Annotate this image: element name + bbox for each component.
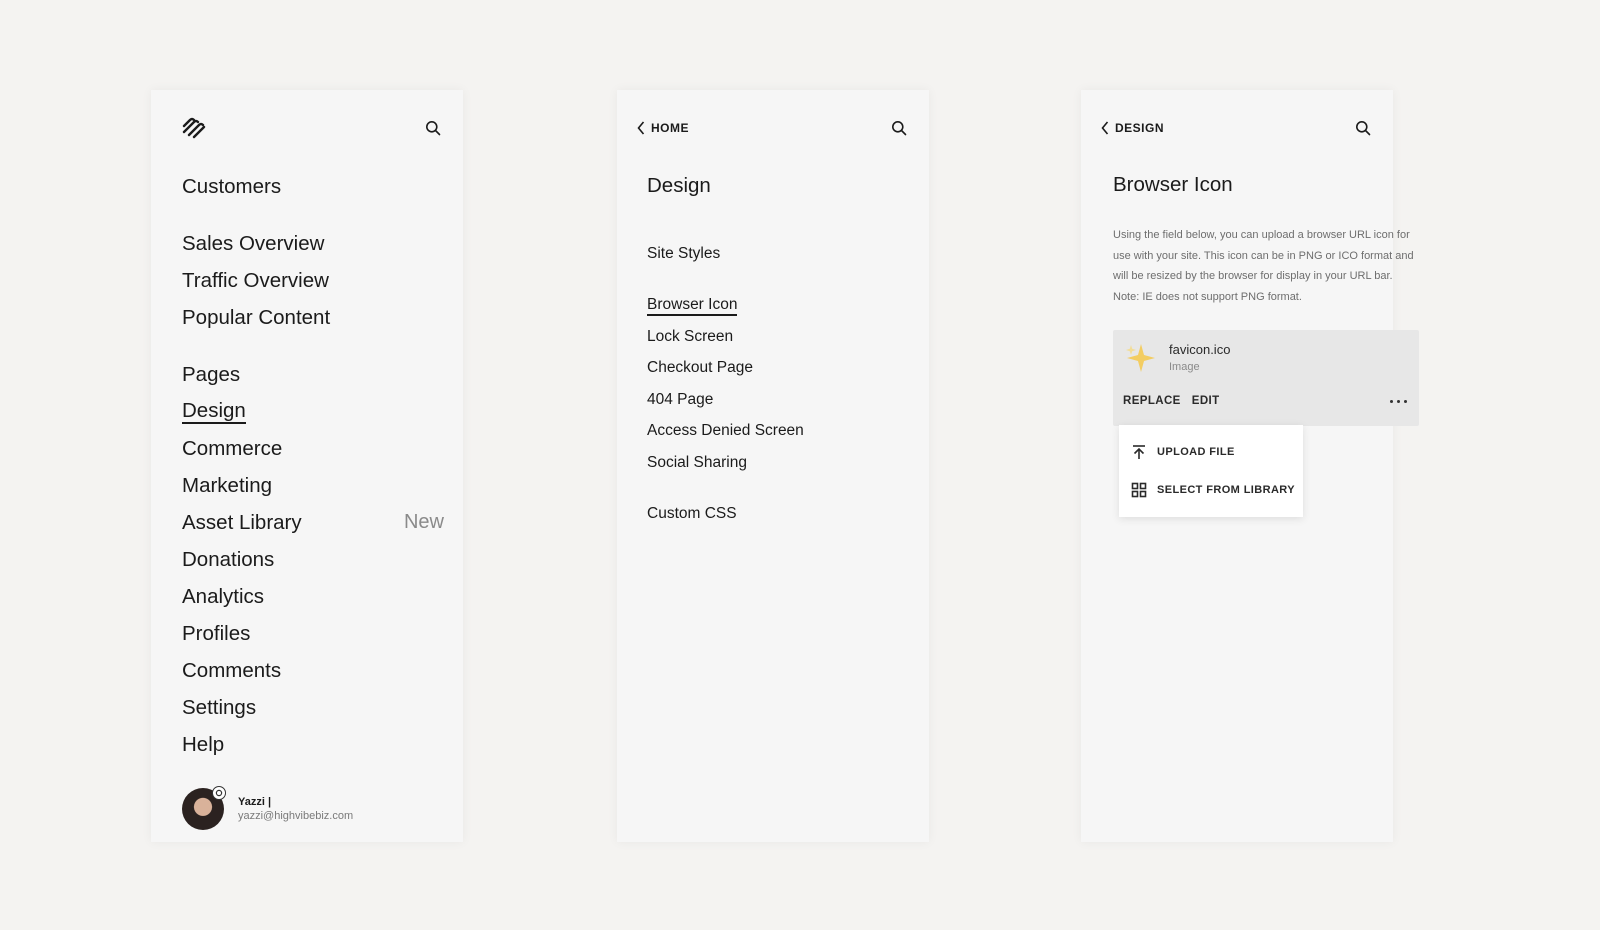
new-badge: New [403, 511, 444, 533]
nav-item-asset-library[interactable]: Asset Library New [182, 504, 444, 541]
nav-item-label: Traffic Overview [182, 268, 329, 292]
design-item-custom-css[interactable]: Custom CSS [647, 499, 897, 531]
nav-group-spacer [182, 336, 444, 356]
search-icon[interactable] [425, 120, 441, 136]
sparkles-icon [1123, 340, 1159, 376]
back-design-label: DESIGN [1115, 121, 1165, 135]
dot [1390, 399, 1393, 403]
nav-item-label: Settings [182, 695, 257, 719]
design-item-label: Lock Screen [647, 327, 734, 345]
design-subnav: Site Styles Browser Icon Lock Screen Checko… [647, 238, 897, 530]
nav-item-label: Customers [182, 174, 282, 198]
back-home-label: HOME [651, 121, 689, 135]
nav-item-label: Pages [182, 362, 241, 386]
browser-icon-topbar: DESIGN [1101, 116, 1371, 140]
design-item-site-styles[interactable]: Site Styles [647, 238, 897, 270]
nav-item-label: Sales Overview [182, 231, 325, 255]
file-type: Image [1169, 361, 1200, 373]
nav-item-label: Analytics [182, 584, 265, 608]
page-title: Design [647, 174, 711, 197]
design-item-browser-icon[interactable]: Browser Icon [647, 290, 897, 322]
replace-button[interactable]: REPLACE [1123, 395, 1181, 407]
upload-file-label: UPLOAD FILE [1157, 446, 1235, 458]
nav-item-label: Popular Content [182, 305, 331, 329]
upload-file-menu-item[interactable]: UPLOAD FILE [1119, 433, 1303, 471]
more-options-icon[interactable] [1390, 396, 1407, 407]
design-item-label: Browser Icon [647, 295, 738, 316]
grid-icon [1131, 482, 1147, 498]
nav-item-settings[interactable]: Settings [182, 689, 444, 726]
nav-item-marketing[interactable]: Marketing [182, 467, 444, 504]
nav-item-comments[interactable]: Comments [182, 652, 444, 689]
chevron-left-icon [637, 121, 645, 135]
description-text: Using the field below, you can upload a … [1113, 229, 1414, 303]
nav-item-label: Help [182, 732, 225, 756]
select-from-library-label: SELECT FROM LIBRARY [1157, 484, 1295, 496]
select-from-library-menu-item[interactable]: SELECT FROM LIBRARY [1119, 471, 1303, 509]
design-item-checkout-page[interactable]: Checkout Page [647, 353, 897, 385]
design-item-label: Access Denied Screen [647, 422, 804, 440]
nav-item-commerce[interactable]: Commerce [182, 430, 444, 467]
page-title: Browser Icon [1113, 173, 1233, 196]
nav-item-label: Commerce [182, 436, 283, 460]
squarespace-logo-icon[interactable] [181, 117, 209, 139]
design-topbar: HOME [637, 116, 907, 140]
design-item-label: 404 Page [647, 390, 714, 408]
nav-item-label: Donations [182, 547, 275, 571]
design-item-label: Checkout Page [647, 359, 753, 377]
design-item-label: Site Styles [647, 244, 721, 262]
nav-item-popular-content[interactable]: Popular Content [182, 299, 444, 336]
back-design-link[interactable]: DESIGN [1101, 121, 1164, 135]
subnav-group-spacer [647, 479, 897, 499]
account-footer[interactable]: Yazzi | yazzi@highvibebiz.com [182, 786, 354, 830]
search-icon[interactable] [1355, 120, 1371, 136]
dot [1404, 399, 1407, 403]
nav-item-label: Comments [182, 658, 282, 682]
design-item-404-page[interactable]: 404 Page [647, 384, 897, 416]
back-home-link[interactable]: HOME [637, 121, 689, 135]
file-actions: REPLACE EDIT [1123, 395, 1407, 407]
design-item-label: Social Sharing [647, 453, 747, 471]
file-card: favicon.ico Image REPLACE EDIT [1113, 330, 1419, 426]
nav-group-spacer [182, 205, 444, 225]
account-name: Yazzi | [238, 796, 272, 808]
nav-item-profiles[interactable]: Profiles [182, 615, 444, 652]
nav-item-traffic-overview[interactable]: Traffic Overview [182, 262, 444, 299]
browser-icon-panel: DESIGN Browser Icon Using the field belo… [1081, 90, 1419, 842]
home-nav-panel: Customers Sales Overview Traffic Overview P… [151, 90, 463, 842]
account-email: yazzi@highvibebiz.com [238, 810, 354, 822]
nav-item-analytics[interactable]: Analytics [182, 578, 444, 615]
search-icon[interactable] [891, 120, 907, 136]
replace-dropdown-menu: UPLOAD FILE SELECT FROM LIBRARY [1119, 425, 1303, 517]
upload-icon [1131, 444, 1147, 460]
nav-item-design[interactable]: Design [182, 393, 444, 430]
design-item-label: Custom CSS [647, 505, 737, 523]
home-topbar [181, 116, 441, 140]
nav-item-label: Marketing [182, 473, 273, 497]
nav-item-label: Profiles [182, 621, 251, 645]
subnav-group-spacer [647, 270, 897, 290]
design-panel: HOME Design Site Styles Browser Icon Lock … [617, 90, 929, 842]
chevron-left-icon [1101, 121, 1109, 135]
avatar[interactable] [182, 786, 226, 830]
nav-item-customers[interactable]: Customers [182, 168, 444, 205]
dot [1397, 399, 1400, 403]
design-item-lock-screen[interactable]: Lock Screen [647, 321, 897, 353]
design-item-social-sharing[interactable]: Social Sharing [647, 447, 897, 479]
main-nav: Customers Sales Overview Traffic Overview P… [182, 168, 444, 763]
nav-item-donations[interactable]: Donations [182, 541, 444, 578]
nav-item-label: Design [182, 399, 246, 424]
edit-button[interactable]: EDIT [1192, 395, 1220, 407]
nav-item-label: Asset Library [182, 510, 302, 534]
nav-item-pages[interactable]: Pages [182, 356, 444, 393]
nav-item-sales-overview[interactable]: Sales Overview [182, 225, 444, 262]
nav-item-help[interactable]: Help [182, 726, 444, 763]
file-name: favicon.ico [1169, 342, 1231, 357]
design-item-access-denied-screen[interactable]: Access Denied Screen [647, 416, 897, 448]
account-badge-icon [212, 786, 226, 800]
